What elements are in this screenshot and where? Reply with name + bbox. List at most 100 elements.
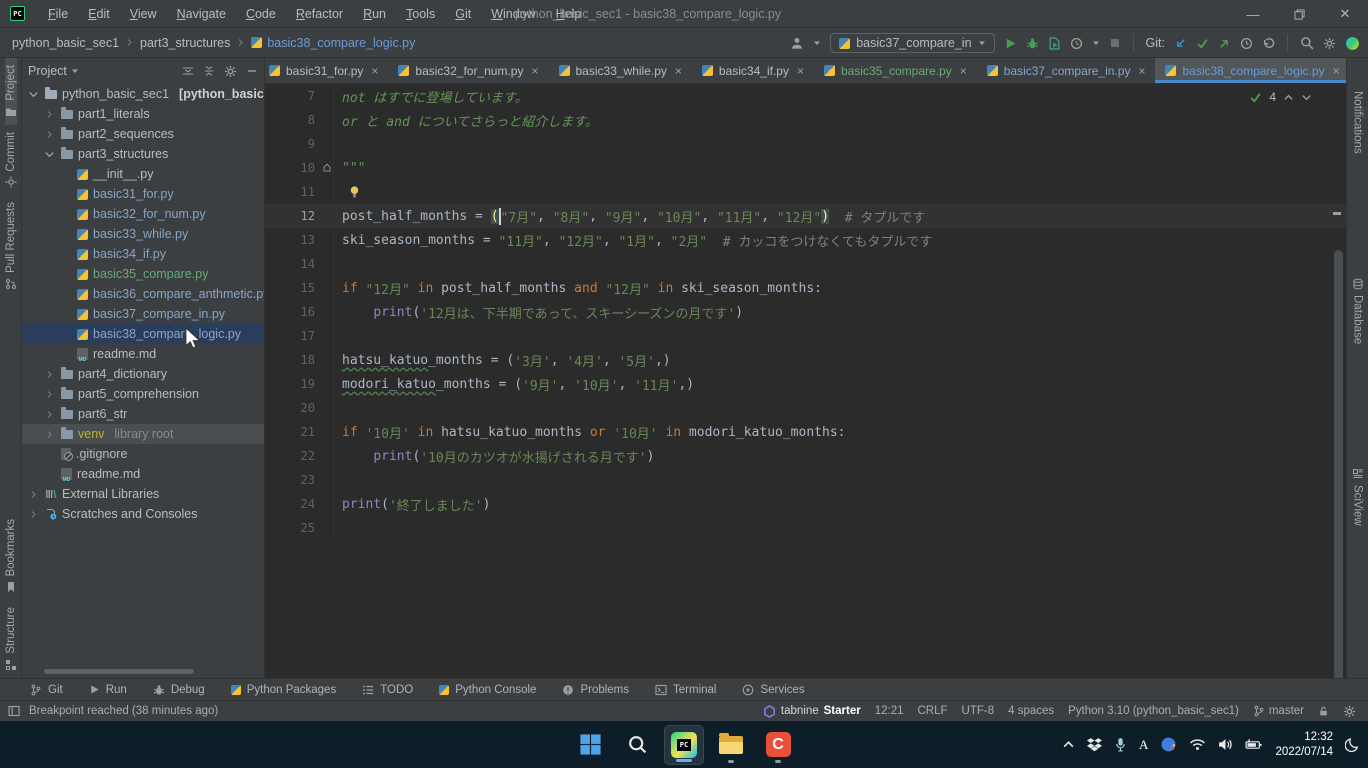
- tool-button-structure[interactable]: Structure: [5, 600, 17, 678]
- line-number[interactable]: 7: [265, 89, 321, 103]
- tree-item-part6_str[interactable]: part6_str: [22, 404, 264, 424]
- tree-item-basic34_if.py[interactable]: basic34_if.py: [22, 244, 264, 264]
- project-options-button[interactable]: [224, 65, 237, 78]
- tab-basic35_compare.py[interactable]: basic35_compare.py×: [814, 58, 977, 83]
- tree-item-readme.md[interactable]: readme.md: [22, 464, 264, 484]
- tree-item-part1_literals[interactable]: part1_literals: [22, 104, 264, 124]
- line-number[interactable]: 8: [265, 113, 321, 127]
- line-number[interactable]: 25: [265, 521, 321, 535]
- tree-item-.gitignore[interactable]: .gitignore: [22, 444, 264, 464]
- search-everywhere-button[interactable]: [1300, 36, 1314, 50]
- chevron-right-icon[interactable]: [42, 110, 56, 119]
- tree-item-basic36_compare_anthmetic.py[interactable]: basic36_compare_anthmetic.py: [22, 284, 264, 304]
- profiler-caret-icon[interactable]: [1092, 39, 1100, 47]
- volume-icon[interactable]: [1218, 738, 1233, 751]
- tool-window-debug[interactable]: Debug: [153, 684, 205, 696]
- tool-window-terminal[interactable]: Terminal: [655, 684, 716, 696]
- tree-item-basic32_for_num.py[interactable]: basic32_for_num.py: [22, 204, 264, 224]
- close-tab-icon[interactable]: ×: [1138, 64, 1145, 78]
- breadcrumb-item[interactable]: basic38_compare_logic.py: [251, 36, 415, 50]
- ime-indicator[interactable]: A: [1139, 737, 1148, 753]
- git-branch[interactable]: master: [1253, 705, 1304, 717]
- history-button[interactable]: [1240, 37, 1253, 50]
- chevron-right-icon[interactable]: [42, 410, 56, 419]
- tool-window-python-console[interactable]: Python Console: [439, 684, 536, 696]
- tab-basic31_for.py[interactable]: basic31_for.py×: [265, 58, 388, 83]
- code-line-18[interactable]: 18hatsu_katuo_months = ('3月', '4月', '5月'…: [265, 348, 1346, 372]
- menu-file[interactable]: File: [39, 4, 77, 24]
- menu-edit[interactable]: Edit: [79, 4, 119, 24]
- tree-item-basic35_compare.py[interactable]: basic35_compare.py: [22, 264, 264, 284]
- git-update-button[interactable]: [1174, 37, 1187, 50]
- tabnine-icon[interactable]: [1345, 36, 1360, 51]
- line-number[interactable]: 22: [265, 449, 321, 463]
- line-number[interactable]: 11: [265, 185, 321, 199]
- app-sphere-icon[interactable]: [1160, 736, 1177, 753]
- horizontal-scrollbar[interactable]: [44, 669, 194, 674]
- code-editor[interactable]: 7not はすでに登場しています。8or と and についてさらっと紹介します…: [265, 84, 1346, 678]
- tab-basic32_for_num.py[interactable]: basic32_for_num.py×: [388, 58, 548, 83]
- close-tab-icon[interactable]: ×: [371, 64, 378, 78]
- line-number[interactable]: 23: [265, 473, 321, 487]
- line-number[interactable]: 21: [265, 425, 321, 439]
- close-tab-icon[interactable]: ×: [797, 64, 804, 78]
- taskbar-search[interactable]: [617, 725, 657, 765]
- layout-icon[interactable]: [8, 705, 20, 717]
- tree-item-__init__.py[interactable]: __init__.py: [22, 164, 264, 184]
- tree-item-part2_sequences[interactable]: part2_sequences: [22, 124, 264, 144]
- rollback-button[interactable]: [1262, 37, 1275, 50]
- tab-basic37_compare_in.py[interactable]: basic37_compare_in.py×: [977, 58, 1156, 83]
- code-line-9[interactable]: 9: [265, 132, 1346, 156]
- run-coverage-button[interactable]: [1048, 37, 1061, 50]
- code-line-10[interactable]: 10""": [265, 156, 1346, 180]
- tree-item-readme.md[interactable]: readme.md: [22, 344, 264, 364]
- user-icon[interactable]: [790, 36, 804, 50]
- tree-item-External Libraries[interactable]: External Libraries: [22, 484, 264, 504]
- taskbar-start[interactable]: [570, 725, 610, 765]
- tree-item-part3_structures[interactable]: part3_structures: [22, 144, 264, 164]
- menu-navigate[interactable]: Navigate: [168, 4, 235, 24]
- tree-item-python_basic_sec1[interactable]: python_basic_sec1[python_basic]D:¥: [22, 84, 264, 104]
- chevron-right-icon[interactable]: [42, 130, 56, 139]
- tabnine-status[interactable]: tabnine Starter: [763, 705, 861, 718]
- tool-button-bookmarks[interactable]: Bookmarks: [5, 512, 17, 601]
- line-number[interactable]: 13: [265, 233, 321, 247]
- breadcrumb-item[interactable]: python_basic_sec1: [12, 36, 119, 50]
- breadcrumb-item[interactable]: part3_structures: [140, 36, 230, 50]
- tool-button-database[interactable]: Database: [1352, 271, 1364, 351]
- code-line-8[interactable]: 8or と and についてさらっと紹介します。: [265, 108, 1346, 132]
- tree-item-part4_dictionary[interactable]: part4_dictionary: [22, 364, 264, 384]
- code-line-13[interactable]: 13ski_season_months = "11月", "12月", "1月"…: [265, 228, 1346, 252]
- status-message[interactable]: Breakpoint reached (38 minutes ago): [29, 705, 218, 717]
- code-line-20[interactable]: 20: [265, 396, 1346, 420]
- chevron-right-icon[interactable]: [42, 370, 56, 379]
- menu-tools[interactable]: Tools: [397, 4, 444, 24]
- fold-marker-icon[interactable]: [322, 161, 332, 176]
- line-number[interactable]: 24: [265, 497, 321, 511]
- code-line-23[interactable]: 23: [265, 468, 1346, 492]
- close-tab-icon[interactable]: ×: [531, 64, 538, 78]
- code-line-15[interactable]: 15if "12月" in post_half_months and "12月"…: [265, 276, 1346, 300]
- tree-item-venv[interactable]: venvlibrary root: [22, 424, 264, 444]
- chevron-right-icon[interactable]: [26, 510, 40, 519]
- tool-window-services[interactable]: Services: [742, 684, 804, 696]
- tree-item-Scratches and Consoles[interactable]: Scratches and Consoles: [22, 504, 264, 524]
- tool-window-python-packages[interactable]: Python Packages: [231, 684, 337, 696]
- intention-bulb-icon[interactable]: [348, 185, 361, 199]
- close-button[interactable]: ✕: [1322, 0, 1368, 28]
- tool-button-notifications[interactable]: Notifications: [1352, 84, 1364, 161]
- hide-panel-button[interactable]: [246, 65, 258, 77]
- caret-position[interactable]: 12:21: [875, 705, 904, 717]
- tool-button-sciview[interactable]: SciView: [1352, 461, 1364, 533]
- line-number[interactable]: 9: [265, 137, 321, 151]
- run-button[interactable]: [1004, 37, 1017, 50]
- close-tab-icon[interactable]: ×: [675, 64, 682, 78]
- tool-button-commit[interactable]: Commit: [5, 125, 17, 196]
- tool-window-git[interactable]: Git: [30, 684, 63, 696]
- code-line-22[interactable]: 22 print('10月のカツオが水揚げされる月です'): [265, 444, 1346, 468]
- tree-item-basic31_for.py[interactable]: basic31_for.py: [22, 184, 264, 204]
- tree-item-basic33_while.py[interactable]: basic33_while.py: [22, 224, 264, 244]
- git-push-button[interactable]: [1218, 37, 1231, 50]
- git-commit-button[interactable]: [1196, 37, 1209, 50]
- code-line-11[interactable]: 11: [265, 180, 1346, 204]
